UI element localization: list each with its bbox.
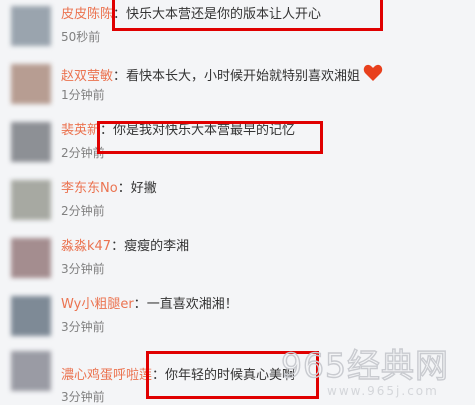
comment-line: 淼淼k47：瘦瘦的李湘: [61, 238, 189, 256]
avatar[interactable]: [11, 351, 51, 391]
avatar[interactable]: [11, 238, 51, 278]
commenter-name[interactable]: 濃心鸡蛋呼啦莲: [61, 368, 152, 383]
comment-time: 3分钟前: [61, 262, 105, 276]
highlight-box: [112, 0, 383, 31]
comment-text: 看快本长大，小时候开始就特别喜欢湘姐: [126, 69, 361, 84]
avatar[interactable]: [11, 6, 51, 46]
comment-text: 瘦瘦的李湘: [124, 239, 190, 254]
avatar[interactable]: [11, 122, 51, 162]
comment-line: 李东东No：好撇: [61, 180, 157, 198]
highlight-box: [97, 121, 323, 154]
heart-icon: [363, 64, 383, 81]
commenter-name[interactable]: 裴英新: [61, 123, 100, 138]
comment-time: 50秒前: [61, 30, 101, 44]
comment-line: Wy小粗腿er：一直喜欢湘湘！: [61, 296, 238, 314]
comment-item: 淼淼k47：瘦瘦的李湘 3分钟前: [0, 232, 475, 290]
commenter-name[interactable]: Wy小粗腿er: [61, 297, 134, 312]
commenter-name[interactable]: 赵双莹敏: [61, 69, 113, 84]
comment-time: 1分钟前: [61, 88, 105, 102]
commenter-name[interactable]: 淼淼k47: [61, 239, 111, 254]
watermark-url: www.965j.com: [327, 384, 439, 398]
comment-item: 李东东No：好撇 2分钟前: [0, 174, 475, 232]
watermark: 965经典网 www.965j.com: [277, 337, 467, 399]
comment-text: 一直喜欢湘湘！: [146, 297, 238, 312]
commenter-name[interactable]: 李东东No: [61, 181, 118, 196]
comment-line: 赵双莹敏：看快本长大，小时候开始就特别喜欢湘姐: [61, 64, 383, 86]
avatar[interactable]: [11, 180, 51, 220]
separator: ：: [117, 181, 131, 196]
comment-time: 3分钟前: [61, 320, 105, 334]
separator: ：: [111, 239, 125, 254]
commenter-name[interactable]: 皮皮陈陈: [61, 7, 113, 22]
comment-time: 2分钟前: [61, 204, 105, 218]
comment-item: 赵双莹敏：看快本长大，小时候开始就特别喜欢湘姐 1分钟前: [0, 58, 475, 116]
watermark-text: 965经典网: [281, 346, 449, 385]
avatar[interactable]: [11, 296, 51, 336]
separator: ：: [113, 69, 127, 84]
separator: ：: [133, 297, 147, 312]
comment-text: 好撇: [130, 181, 157, 196]
avatar[interactable]: [11, 64, 51, 104]
